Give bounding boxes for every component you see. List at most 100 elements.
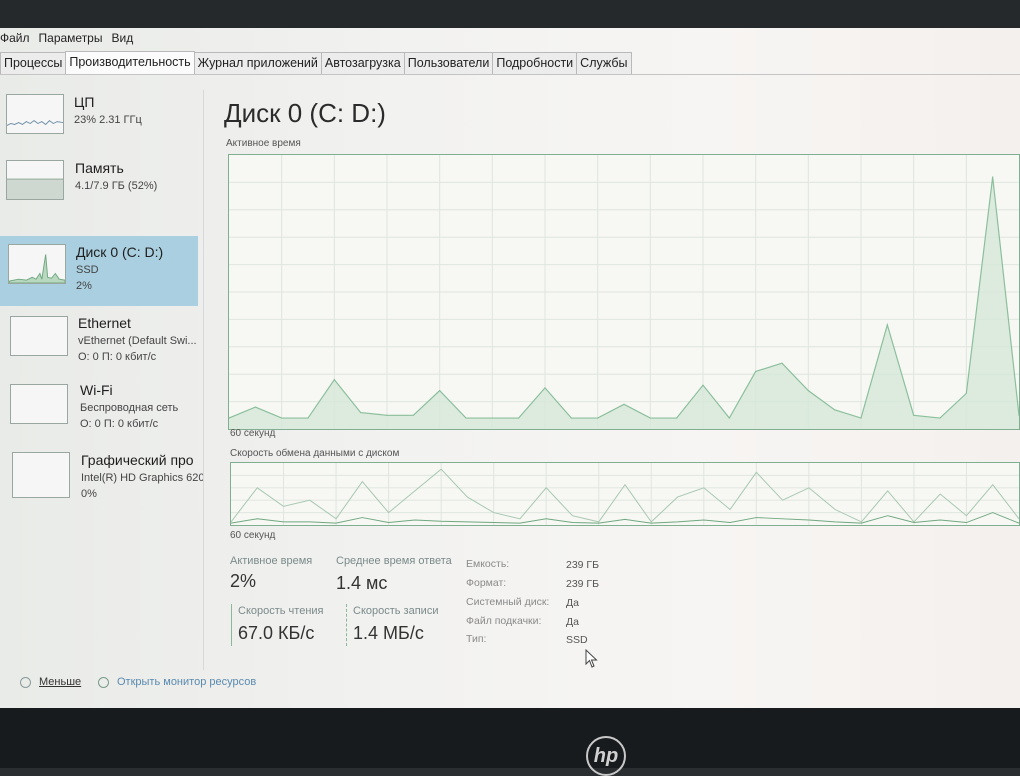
- sidebar-item-gpu[interactable]: Графический про Intel(R) HD Graphics 620…: [0, 446, 203, 512]
- active-time-area: [229, 176, 1019, 429]
- info-system-disk-value: Да: [566, 597, 579, 609]
- page-title: Диск 0 (C: D:): [224, 98, 386, 128]
- active-time-point: [623, 403, 625, 405]
- sidebar-wifi-title: Wi-Fi: [80, 382, 113, 398]
- gpu-thumbnail: [12, 452, 70, 498]
- monitor-bezel-top: [0, 0, 1020, 30]
- info-format-key: Формат:: [466, 577, 507, 589]
- active-time-point: [676, 417, 678, 419]
- transfer-rate-series-line-2: [231, 512, 1019, 524]
- write-speed-label: Скорость записи: [353, 605, 439, 617]
- transfer-rate-chart: [230, 462, 1020, 526]
- active-time-chart: [228, 154, 1020, 430]
- tab-services[interactable]: Службы: [576, 52, 632, 74]
- mouse-cursor-icon: [585, 649, 598, 668]
- active-time-value: 2%: [230, 571, 257, 591]
- sidebar-divider: [203, 90, 204, 670]
- info-type-key: Тип:: [466, 633, 487, 645]
- info-capacity-key: Емкость:: [466, 558, 510, 570]
- tab-app-history[interactable]: Журнал приложений: [193, 52, 322, 74]
- active-time-point: [886, 324, 888, 326]
- tab-users[interactable]: Пользователи: [403, 52, 494, 74]
- sidebar-cpu-usage: 23% 2.31 ГГц: [74, 114, 142, 126]
- response-time-label: Среднее время ответа: [336, 555, 452, 567]
- info-system-disk-key: Системный диск:: [466, 596, 550, 608]
- tab-details[interactable]: Подробности: [492, 52, 578, 74]
- active-time-point: [570, 417, 572, 419]
- sidebar-disk-usage: 2%: [76, 280, 92, 292]
- chart2-label: Скорость обмена данными с диском: [230, 448, 400, 459]
- monitor-bezel-bottom: [0, 708, 1020, 768]
- sidebar-item-ethernet[interactable]: Ethernet vEthernet (Default Swi... О: 0 …: [0, 310, 198, 376]
- active-time-point: [913, 414, 915, 416]
- active-time-point: [965, 392, 967, 394]
- write-speed-bar: [346, 604, 348, 646]
- sidebar-wifi-speed: О: 0 П: 0 кбит/с: [80, 418, 159, 430]
- sidebar-gpu-title: Графический про: [81, 452, 194, 468]
- active-time-point: [992, 176, 994, 178]
- ethernet-thumbnail: [10, 316, 68, 356]
- memory-thumbnail: [6, 160, 64, 200]
- active-time-point: [702, 384, 704, 386]
- read-speed-bar: [231, 604, 232, 646]
- info-format-value: 239 ГБ: [566, 578, 600, 590]
- active-time-point: [386, 414, 388, 416]
- sidebar-cpu-title: ЦП: [74, 94, 95, 110]
- sidebar-gpu-usage: 0%: [81, 488, 97, 500]
- info-pagefile-key: Файл подкачки:: [466, 615, 542, 627]
- resource-monitor-icon: [98, 677, 109, 688]
- info-type-value: SSD: [566, 634, 588, 646]
- info-pagefile-value: Да: [566, 616, 579, 628]
- info-capacity-value: 239 ГБ: [566, 559, 600, 571]
- active-time-point: [807, 390, 809, 392]
- chart2-time-label: 60 секунд: [230, 530, 276, 541]
- active-time-point: [544, 387, 546, 389]
- chart1-label: Активное время: [226, 138, 301, 149]
- active-time-point: [518, 417, 520, 419]
- active-time-point: [755, 370, 757, 373]
- sidebar-memory-title: Память: [75, 160, 124, 176]
- menu-file[interactable]: Файл: [0, 28, 30, 48]
- tab-processes[interactable]: Процессы: [0, 52, 67, 74]
- active-time-point: [439, 390, 441, 392]
- tab-performance[interactable]: Производительность: [65, 51, 195, 74]
- open-resource-monitor-link[interactable]: Открыть монитор ресурсов: [117, 676, 256, 688]
- sidebar-item-wifi[interactable]: Wi-Fi Беспроводная сеть О: 0 П: 0 кбит/с: [0, 378, 198, 444]
- task-manager-window: Файл Параметры Вид Процессы Производител…: [0, 28, 1020, 708]
- sidebar-ethernet-adapter: vEthernet (Default Swi...: [78, 335, 197, 347]
- read-speed-label: Скорость чтения: [238, 605, 324, 617]
- chevron-up-icon[interactable]: [20, 677, 31, 688]
- sidebar-disk-title: Диск 0 (C: D:): [76, 244, 164, 260]
- active-time-point: [860, 417, 862, 419]
- read-speed-value: 67.0 КБ/с: [238, 623, 315, 643]
- sidebar-disk-type: SSD: [76, 264, 99, 276]
- active-time-point: [597, 417, 599, 419]
- sidebar-item-memory[interactable]: Память 4.1/7.9 ГБ (52%): [0, 156, 198, 222]
- sidebar-ethernet-speed: О: 0 П: 0 кбит/с: [78, 351, 157, 363]
- tab-startup[interactable]: Автозагрузка: [320, 52, 405, 74]
- menu-view[interactable]: Вид: [111, 28, 133, 48]
- fewer-details-link[interactable]: Меньше: [39, 676, 81, 688]
- wifi-thumbnail: [10, 384, 68, 424]
- response-time-value: 1.4 мс: [336, 573, 388, 593]
- menu-options[interactable]: Параметры: [39, 28, 103, 48]
- active-time-point: [333, 379, 335, 381]
- chart1-time-label: 60 секунд: [230, 428, 276, 439]
- active-time-point: [412, 414, 414, 416]
- sidebar-item-disk[interactable]: Диск 0 (C: D:) SSD 2%: [0, 236, 198, 306]
- hp-logo: hp: [586, 736, 626, 776]
- active-time-point: [834, 409, 836, 411]
- menu-bar: Файл Параметры Вид: [0, 28, 133, 48]
- sidebar-ethernet-title: Ethernet: [78, 315, 131, 331]
- active-time-point: [281, 417, 283, 419]
- disk-thumbnail: [8, 244, 66, 284]
- active-time-point: [939, 417, 941, 419]
- active-time-point: [360, 411, 362, 414]
- active-time-label: Активное время: [230, 555, 313, 567]
- sidebar-gpu-adapter: Intel(R) HD Graphics 620: [81, 472, 203, 484]
- active-time-point: [781, 362, 783, 364]
- sidebar-item-cpu[interactable]: ЦП 23% 2.31 ГГц: [0, 90, 198, 156]
- active-time-point: [649, 417, 651, 419]
- sidebar-wifi-adapter: Беспроводная сеть: [80, 402, 179, 414]
- tab-bar: Процессы Производительность Журнал прило…: [0, 51, 632, 74]
